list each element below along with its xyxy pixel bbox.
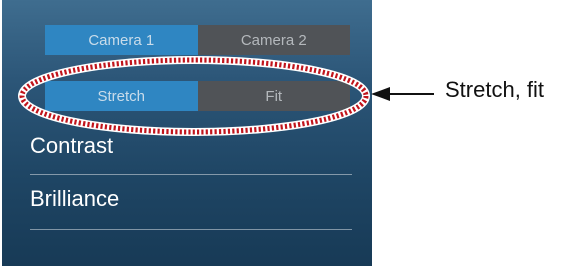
arrow-head-icon: [371, 87, 390, 101]
annotation-label: Stretch, fit: [445, 77, 545, 102]
callout-overlay: [18, 56, 434, 136]
